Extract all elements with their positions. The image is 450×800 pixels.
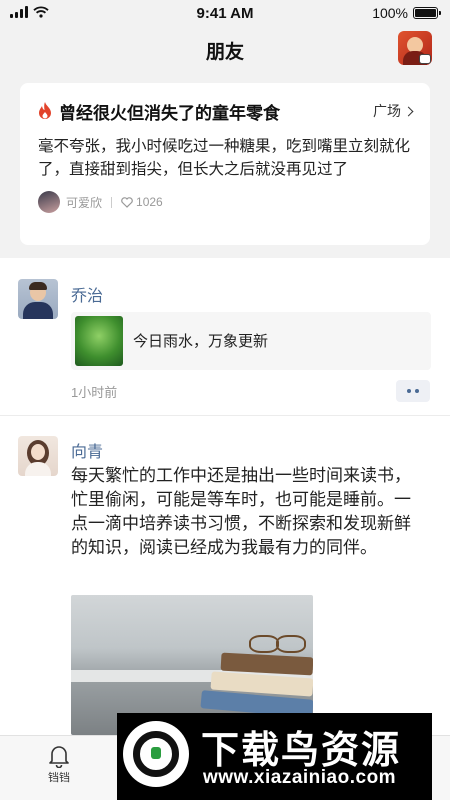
chevron-right-icon [403,106,414,116]
battery-icon [413,7,441,19]
nav-bar: 朋友 [0,28,450,70]
profile-camera-icon[interactable] [398,31,432,65]
status-right: 100% [372,5,441,21]
battery-fill [415,9,436,17]
hot-topic-title: 曾经很火但消失了的童年零食 [59,103,280,123]
author-name: 可爱欣 [66,195,103,210]
dot-icon [415,389,419,393]
tab-label: 铛铛 [48,772,70,784]
watermark: 下载鸟资源 www.xiazainiao.com [117,713,432,800]
link-thumbnail [75,316,123,366]
link-title: 今日雨水，万象更新 [133,333,269,350]
watermark-logo [123,721,189,787]
avatar[interactable] [18,436,58,476]
shared-link-card[interactable]: 今日雨水，万象更新 [71,312,431,370]
avatar[interactable] [18,279,58,319]
hot-topic-card[interactable]: 曾经很火但消失了的童年零食 广场 毫不夸张，我小时候吃过一种糖果，吃到嘴里立刻就… [20,83,430,245]
watermark-title: 下载鸟资源 [201,728,402,772]
plaza-link[interactable]: 广场 [373,101,414,121]
more-options-button[interactable] [396,380,430,402]
dot-icon [407,389,411,393]
post-time: 1小时前 [71,385,118,400]
like-count: 1026 [136,195,163,209]
plaza-link-label: 广场 [373,103,401,119]
meta-divider [111,196,113,208]
post-text: 每天繁忙的工作中还是抽出一些时间来读书，忙里偷闲，可能是等车时，也可能是睡前。一… [71,466,411,557]
hot-topic-header: 曾经很火但消失了的童年零食 广场 [38,99,414,123]
post-author-name[interactable]: 向青 [71,438,103,462]
watermark-url: www.xiazainiao.com [203,767,397,788]
status-bar: 9:41 AM 100% [0,0,450,28]
page-title: 朋友 [205,42,244,63]
hot-topic-meta: 可爱欣 1026 [38,191,412,213]
hot-topic-body: 毫不夸张，我小时候吃过一种糖果，吃到嘴里立刻就化了，直接甜到指尖，但长大之后就没… [38,138,411,178]
post-author-name[interactable]: 乔治 [71,282,103,306]
heart-icon[interactable] [121,196,133,208]
author-avatar[interactable] [38,191,60,213]
fire-icon [39,102,51,119]
tab-notifications[interactable]: 铛铛 [38,744,80,785]
bell-icon [49,746,69,768]
battery-percent: 100% [372,5,408,21]
